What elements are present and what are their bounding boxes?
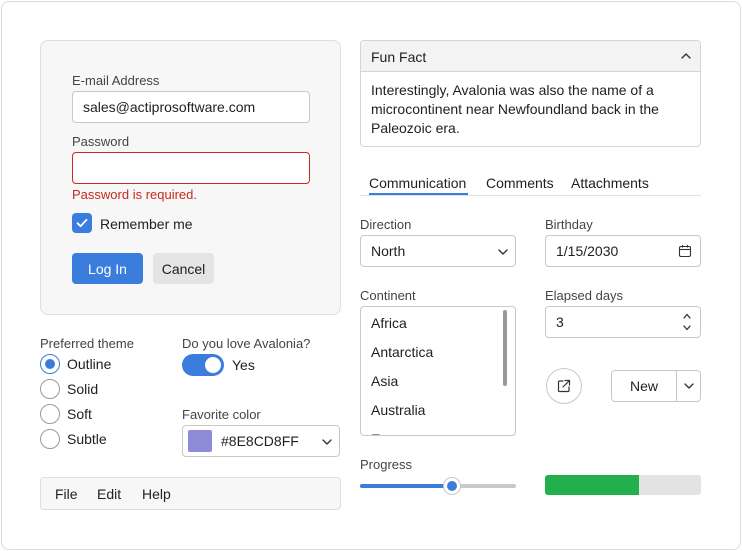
chevron-down-icon	[498, 249, 508, 255]
fun-fact-text: Interestingly, Avalonia was also the nam…	[371, 82, 659, 136]
list-item[interactable]: Europe	[371, 431, 416, 435]
tab-selected-indicator	[369, 193, 468, 195]
list-item[interactable]: Africa	[371, 315, 407, 331]
new-dropdown-button[interactable]	[677, 371, 701, 401]
favorite-color-label: Favorite color	[182, 407, 261, 422]
birthday-value: 1/15/2030	[556, 243, 619, 259]
continent-label: Continent	[360, 288, 416, 303]
tab-divider	[360, 195, 701, 196]
menu-item-file[interactable]: File	[55, 486, 78, 502]
chevron-down-icon	[684, 383, 694, 389]
direction-value: North	[371, 243, 406, 259]
theme-option-label: Outline	[67, 356, 112, 372]
theme-option-soft[interactable]: Soft	[40, 404, 92, 424]
theme-option-label: Subtle	[67, 431, 107, 447]
open-external-button[interactable]	[546, 368, 582, 404]
slider-thumb[interactable]	[443, 477, 462, 495]
menu-item-edit[interactable]: Edit	[97, 486, 121, 502]
theme-option-solid[interactable]: Solid	[40, 379, 98, 399]
menu-item-help[interactable]: Help	[142, 486, 171, 502]
chevron-up-icon[interactable]	[682, 311, 692, 321]
continent-listbox[interactable]: Africa Antarctica Asia Australia Europe	[360, 306, 516, 436]
cancel-button[interactable]: Cancel	[153, 253, 214, 284]
list-item[interactable]: Asia	[371, 373, 398, 389]
calendar-icon[interactable]	[678, 244, 692, 258]
elapsed-days-numeric-input[interactable]: 3	[545, 306, 701, 338]
theme-option-label: Solid	[67, 381, 99, 397]
remember-me-checkbox[interactable]	[72, 213, 92, 233]
tab-attachments[interactable]: Attachments	[571, 175, 649, 191]
tab-communication[interactable]: Communication	[369, 175, 466, 191]
birthday-date-picker[interactable]: 1/15/2030	[545, 235, 701, 267]
theme-radio-button[interactable]	[40, 429, 60, 449]
new-split-button: New	[611, 370, 701, 402]
fun-fact-expander: Fun Fact Interestingly, Avalonia was als…	[360, 40, 701, 147]
love-avalonia-label: Do you love Avalonia?	[182, 336, 311, 351]
theme-label: Preferred theme	[40, 336, 134, 351]
theme-option-label: Soft	[67, 406, 92, 422]
continent-scrollbar-thumb[interactable]	[503, 310, 507, 386]
fun-fact-title: Fun Fact	[371, 49, 427, 65]
checkmark-icon	[76, 218, 88, 228]
love-avalonia-value: Yes	[232, 357, 255, 373]
progress-bar	[545, 475, 701, 495]
progress-bar-fill	[545, 475, 639, 495]
external-link-icon	[557, 379, 571, 393]
favorite-color-picker[interactable]: #8E8CD8FF	[182, 425, 340, 457]
progress-label: Progress	[360, 457, 413, 472]
password-error-text: Password is required.	[72, 187, 197, 202]
login-button[interactable]: Log In	[72, 253, 143, 284]
tab-comments[interactable]: Comments	[486, 175, 554, 191]
email-field[interactable]	[72, 91, 310, 123]
fun-fact-header[interactable]: Fun Fact	[361, 41, 700, 72]
theme-radio-button[interactable]	[40, 404, 60, 424]
theme-option-outline[interactable]: Outline	[40, 354, 111, 374]
chevron-up-icon	[681, 53, 691, 59]
remember-me-label: Remember me	[100, 216, 193, 232]
toggle-knob	[205, 357, 221, 373]
theme-radio-button[interactable]	[40, 379, 60, 399]
slider-fill	[360, 484, 453, 488]
direction-combobox[interactable]: North	[360, 235, 516, 267]
direction-label: Direction	[360, 217, 412, 232]
chevron-down-icon	[322, 439, 332, 445]
email-label: E-mail Address	[72, 73, 160, 88]
progress-slider[interactable]	[360, 476, 516, 496]
elapsed-days-value: 3	[556, 314, 564, 330]
favorite-color-value: #8E8CD8FF	[221, 433, 299, 449]
theme-option-subtle[interactable]: Subtle	[40, 429, 107, 449]
list-item[interactable]: Australia	[371, 402, 425, 418]
password-field[interactable]	[72, 152, 310, 184]
chevron-down-icon[interactable]	[682, 323, 692, 333]
birthday-label: Birthday	[545, 217, 593, 232]
theme-radio-button[interactable]	[40, 354, 60, 374]
elapsed-days-label: Elapsed days	[545, 288, 624, 303]
menu-bar: File Edit Help	[40, 477, 341, 510]
new-button[interactable]: New	[612, 371, 676, 401]
password-label: Password	[72, 134, 130, 149]
love-avalonia-toggle[interactable]	[182, 354, 224, 376]
list-item[interactable]: Antarctica	[371, 344, 433, 360]
color-swatch	[188, 430, 212, 452]
